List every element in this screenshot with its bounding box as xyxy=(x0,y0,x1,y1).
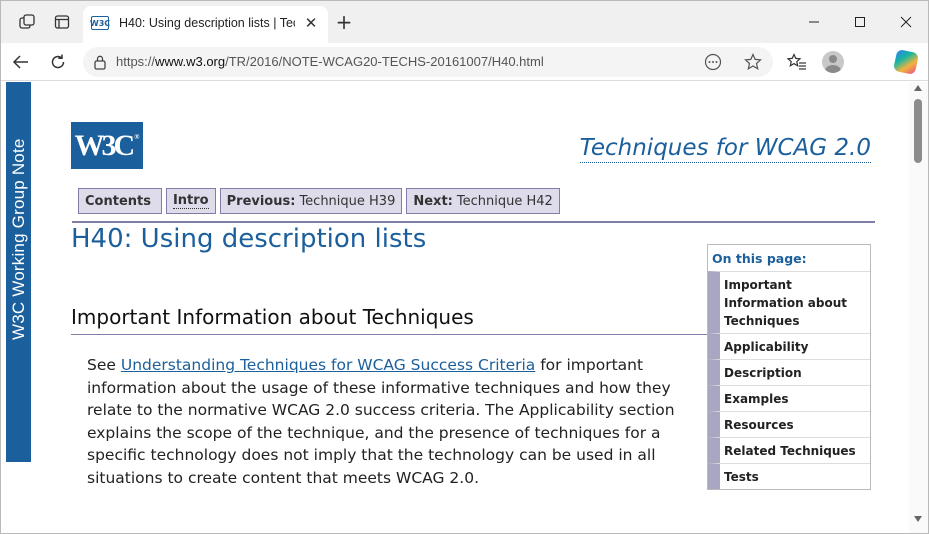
w3c-logo[interactable]: W3C ® xyxy=(71,122,143,169)
lock-icon[interactable] xyxy=(93,54,107,74)
profile-icon[interactable] xyxy=(822,51,844,73)
scroll-down-icon[interactable] xyxy=(914,516,922,522)
vertical-scrollbar[interactable] xyxy=(909,82,928,533)
toc-item-resources[interactable]: Resources xyxy=(708,411,870,437)
browser-toolbar: https://www.w3.org/TR/2016/NOTE-WCAG20-T… xyxy=(1,43,928,81)
title-bar: W3C H40: Using description lists | Techn… xyxy=(1,1,928,43)
sidebar-label: W3C Working Group Note xyxy=(9,138,28,340)
intro-label: Intro xyxy=(172,193,209,209)
minimize-icon[interactable] xyxy=(802,11,826,33)
workspaces-icon[interactable] xyxy=(16,11,38,33)
browser-window: W3C H40: Using description lists | Techn… xyxy=(0,0,929,534)
doc-title-link[interactable]: Techniques for WCAG 2.0 xyxy=(579,135,871,163)
scroll-thumb[interactable] xyxy=(914,99,922,163)
previous-link[interactable]: Previous: Technique H39 xyxy=(219,188,403,214)
toc-item-tests[interactable]: Tests xyxy=(708,463,870,489)
w3c-favicon-icon: W3C xyxy=(90,16,110,30)
favorite-star-icon[interactable] xyxy=(743,52,763,72)
active-tab[interactable]: W3C H40: Using description lists | Techn… xyxy=(83,6,328,43)
section-heading: Important Information about Techniques xyxy=(71,305,474,329)
address-bar[interactable]: https://www.w3.org/TR/2016/NOTE-WCAG20-T… xyxy=(83,47,773,77)
close-icon[interactable] xyxy=(894,11,918,33)
next-value: Technique H42 xyxy=(456,193,553,209)
scroll-up-icon[interactable] xyxy=(914,85,922,91)
previous-label: Previous: xyxy=(226,193,296,209)
on-this-page-box: On this page: Important Information abou… xyxy=(707,244,871,490)
toc-item-important-information[interactable]: Important Information about Techniques xyxy=(708,271,870,333)
page-title: H40: Using description lists xyxy=(71,224,427,254)
toc-item-applicability[interactable]: Applicability xyxy=(708,333,870,359)
doc-navigation: Contents Intro Previous: Technique H39 Ne… xyxy=(78,188,560,214)
url-text[interactable]: https://www.w3.org/TR/2016/NOTE-WCAG20-T… xyxy=(116,54,544,69)
url-host: www.w3.org xyxy=(155,54,226,69)
understanding-techniques-link[interactable]: Understanding Techniques for WCAG Succes… xyxy=(121,356,535,374)
logo-registered-mark: ® xyxy=(134,132,140,141)
tab-close-icon[interactable]: ✕ xyxy=(302,14,320,32)
status-sidebar: W3C Working Group Note xyxy=(6,82,31,462)
more-options-icon[interactable] xyxy=(703,52,723,72)
refresh-icon[interactable] xyxy=(47,51,69,73)
toc-item-examples[interactable]: Examples xyxy=(708,385,870,411)
contents-link[interactable]: Contents xyxy=(78,188,162,214)
paragraph-suffix: for important information about the usag… xyxy=(87,356,675,487)
toc-item-description[interactable]: Description xyxy=(708,359,870,385)
copilot-icon[interactable] xyxy=(892,48,920,76)
new-tab-icon[interactable]: + xyxy=(334,10,354,34)
toc-item-related-techniques[interactable]: Related Techniques xyxy=(708,437,870,463)
logo-text: W3C xyxy=(74,128,136,162)
intro-link[interactable]: Intro xyxy=(165,188,216,214)
maximize-icon[interactable] xyxy=(848,11,872,33)
contents-label: Contents xyxy=(85,193,151,209)
back-icon[interactable] xyxy=(10,51,32,73)
toc-heading: On this page: xyxy=(712,251,807,266)
url-prefix: https:// xyxy=(116,54,156,69)
favorites-list-icon[interactable] xyxy=(786,51,808,73)
intro-paragraph: See Understanding Techniques for WCAG Su… xyxy=(87,354,707,489)
nav-divider xyxy=(72,221,875,223)
url-path: /TR/2016/NOTE-WCAG20-TECHS-20161007/H40.… xyxy=(225,54,544,69)
page-viewport: W3C Working Group Note W3C ® Techniques f… xyxy=(1,82,928,533)
paragraph-prefix: See xyxy=(87,356,121,374)
tab-title: H40: Using description lists | Technique… xyxy=(119,16,295,30)
next-link[interactable]: Next: Technique H42 xyxy=(406,188,560,214)
next-label: Next: xyxy=(413,193,453,209)
section-divider xyxy=(71,334,707,335)
previous-value: Technique H39 xyxy=(299,193,396,209)
tab-actions-icon[interactable] xyxy=(51,11,73,33)
